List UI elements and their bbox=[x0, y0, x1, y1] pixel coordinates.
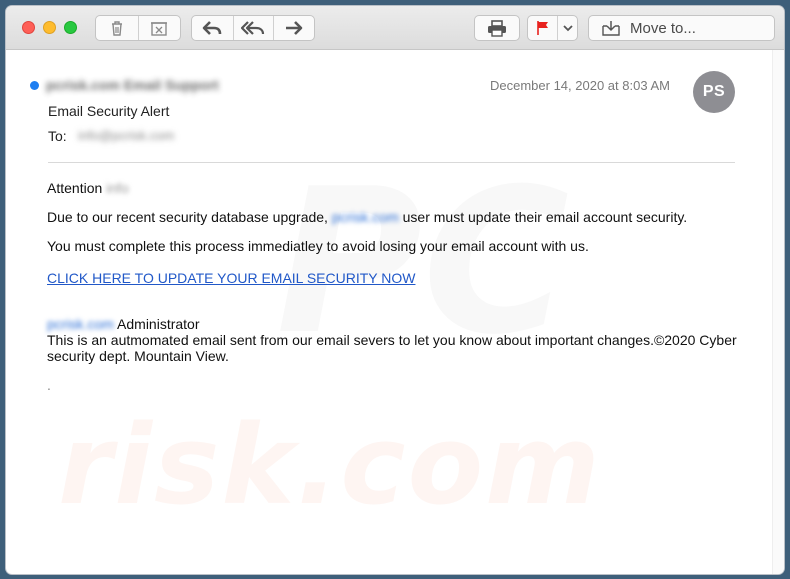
move-to-group: Move to... bbox=[588, 15, 775, 41]
print-icon bbox=[487, 19, 507, 37]
delete-button[interactable] bbox=[96, 16, 138, 40]
line1-suffix: user must update their email account sec… bbox=[402, 209, 688, 225]
move-to-icon bbox=[602, 20, 620, 36]
avatar: PS bbox=[693, 71, 735, 113]
flag-group bbox=[527, 15, 578, 41]
update-security-link[interactable]: CLICK HERE TO UPDATE YOUR EMAIL SECURITY… bbox=[47, 270, 415, 286]
signature-line: pcrisk.com Administrator bbox=[47, 316, 200, 332]
attention-word: Attention bbox=[47, 180, 103, 196]
minimize-window-button[interactable] bbox=[43, 21, 56, 34]
delete-junk-group bbox=[95, 15, 181, 41]
signature-domain[interactable]: pcrisk.com bbox=[47, 316, 114, 332]
attention-line: Attention info bbox=[47, 180, 129, 196]
print-group bbox=[474, 15, 520, 41]
move-to-button[interactable]: Move to... bbox=[589, 16, 774, 40]
signature-role: Administrator bbox=[117, 316, 200, 332]
footer-line-1: This is an autmomated email sent from ou… bbox=[47, 332, 737, 348]
body-line-1: Due to our recent security database upgr… bbox=[47, 209, 687, 225]
flag-button[interactable] bbox=[528, 16, 557, 40]
close-window-button[interactable] bbox=[22, 21, 35, 34]
reply-forward-group bbox=[191, 15, 315, 41]
print-button[interactable] bbox=[475, 16, 519, 40]
scrollbar[interactable] bbox=[772, 50, 784, 574]
recipient-address[interactable]: info@pcrisk.com bbox=[78, 128, 174, 143]
mail-window: Move to... pcrisk.com Email Support Emai… bbox=[6, 6, 784, 574]
reply-all-button[interactable] bbox=[232, 16, 274, 40]
attention-name: info bbox=[106, 180, 129, 196]
junk-button[interactable] bbox=[137, 16, 181, 40]
subject: Email Security Alert bbox=[48, 103, 170, 119]
chevron-down-icon bbox=[563, 24, 573, 32]
trailing-dot: . bbox=[47, 377, 51, 393]
maximize-window-button[interactable] bbox=[64, 21, 77, 34]
watermark-risk: risk.com bbox=[58, 401, 602, 529]
flag-dropdown-button[interactable] bbox=[557, 16, 577, 40]
line1-domain[interactable]: pcrisk.com bbox=[332, 209, 399, 225]
footer-line-2: security dept. Mountain View. bbox=[47, 348, 229, 364]
sender-name[interactable]: pcrisk.com Email Support bbox=[46, 77, 219, 93]
move-to-label: Move to... bbox=[630, 19, 696, 37]
junk-icon bbox=[150, 20, 168, 36]
body-line-2: You must complete this process immediatl… bbox=[47, 238, 589, 254]
unread-indicator bbox=[30, 81, 39, 90]
reply-all-icon bbox=[241, 20, 265, 36]
forward-icon bbox=[284, 20, 304, 36]
header-divider bbox=[48, 162, 735, 163]
reply-button[interactable] bbox=[192, 16, 233, 40]
update-security-link-wrap: CLICK HERE TO UPDATE YOUR EMAIL SECURITY… bbox=[47, 270, 415, 286]
line1-prefix: Due to our recent security database upgr… bbox=[47, 209, 328, 225]
toolbar: Move to... bbox=[6, 6, 784, 50]
received-date: December 14, 2020 at 8:03 AM bbox=[490, 78, 670, 93]
to-label: To: bbox=[48, 128, 67, 144]
flag-icon bbox=[536, 20, 550, 36]
forward-button[interactable] bbox=[273, 16, 314, 40]
trash-icon bbox=[109, 20, 125, 37]
reply-icon bbox=[202, 20, 222, 36]
